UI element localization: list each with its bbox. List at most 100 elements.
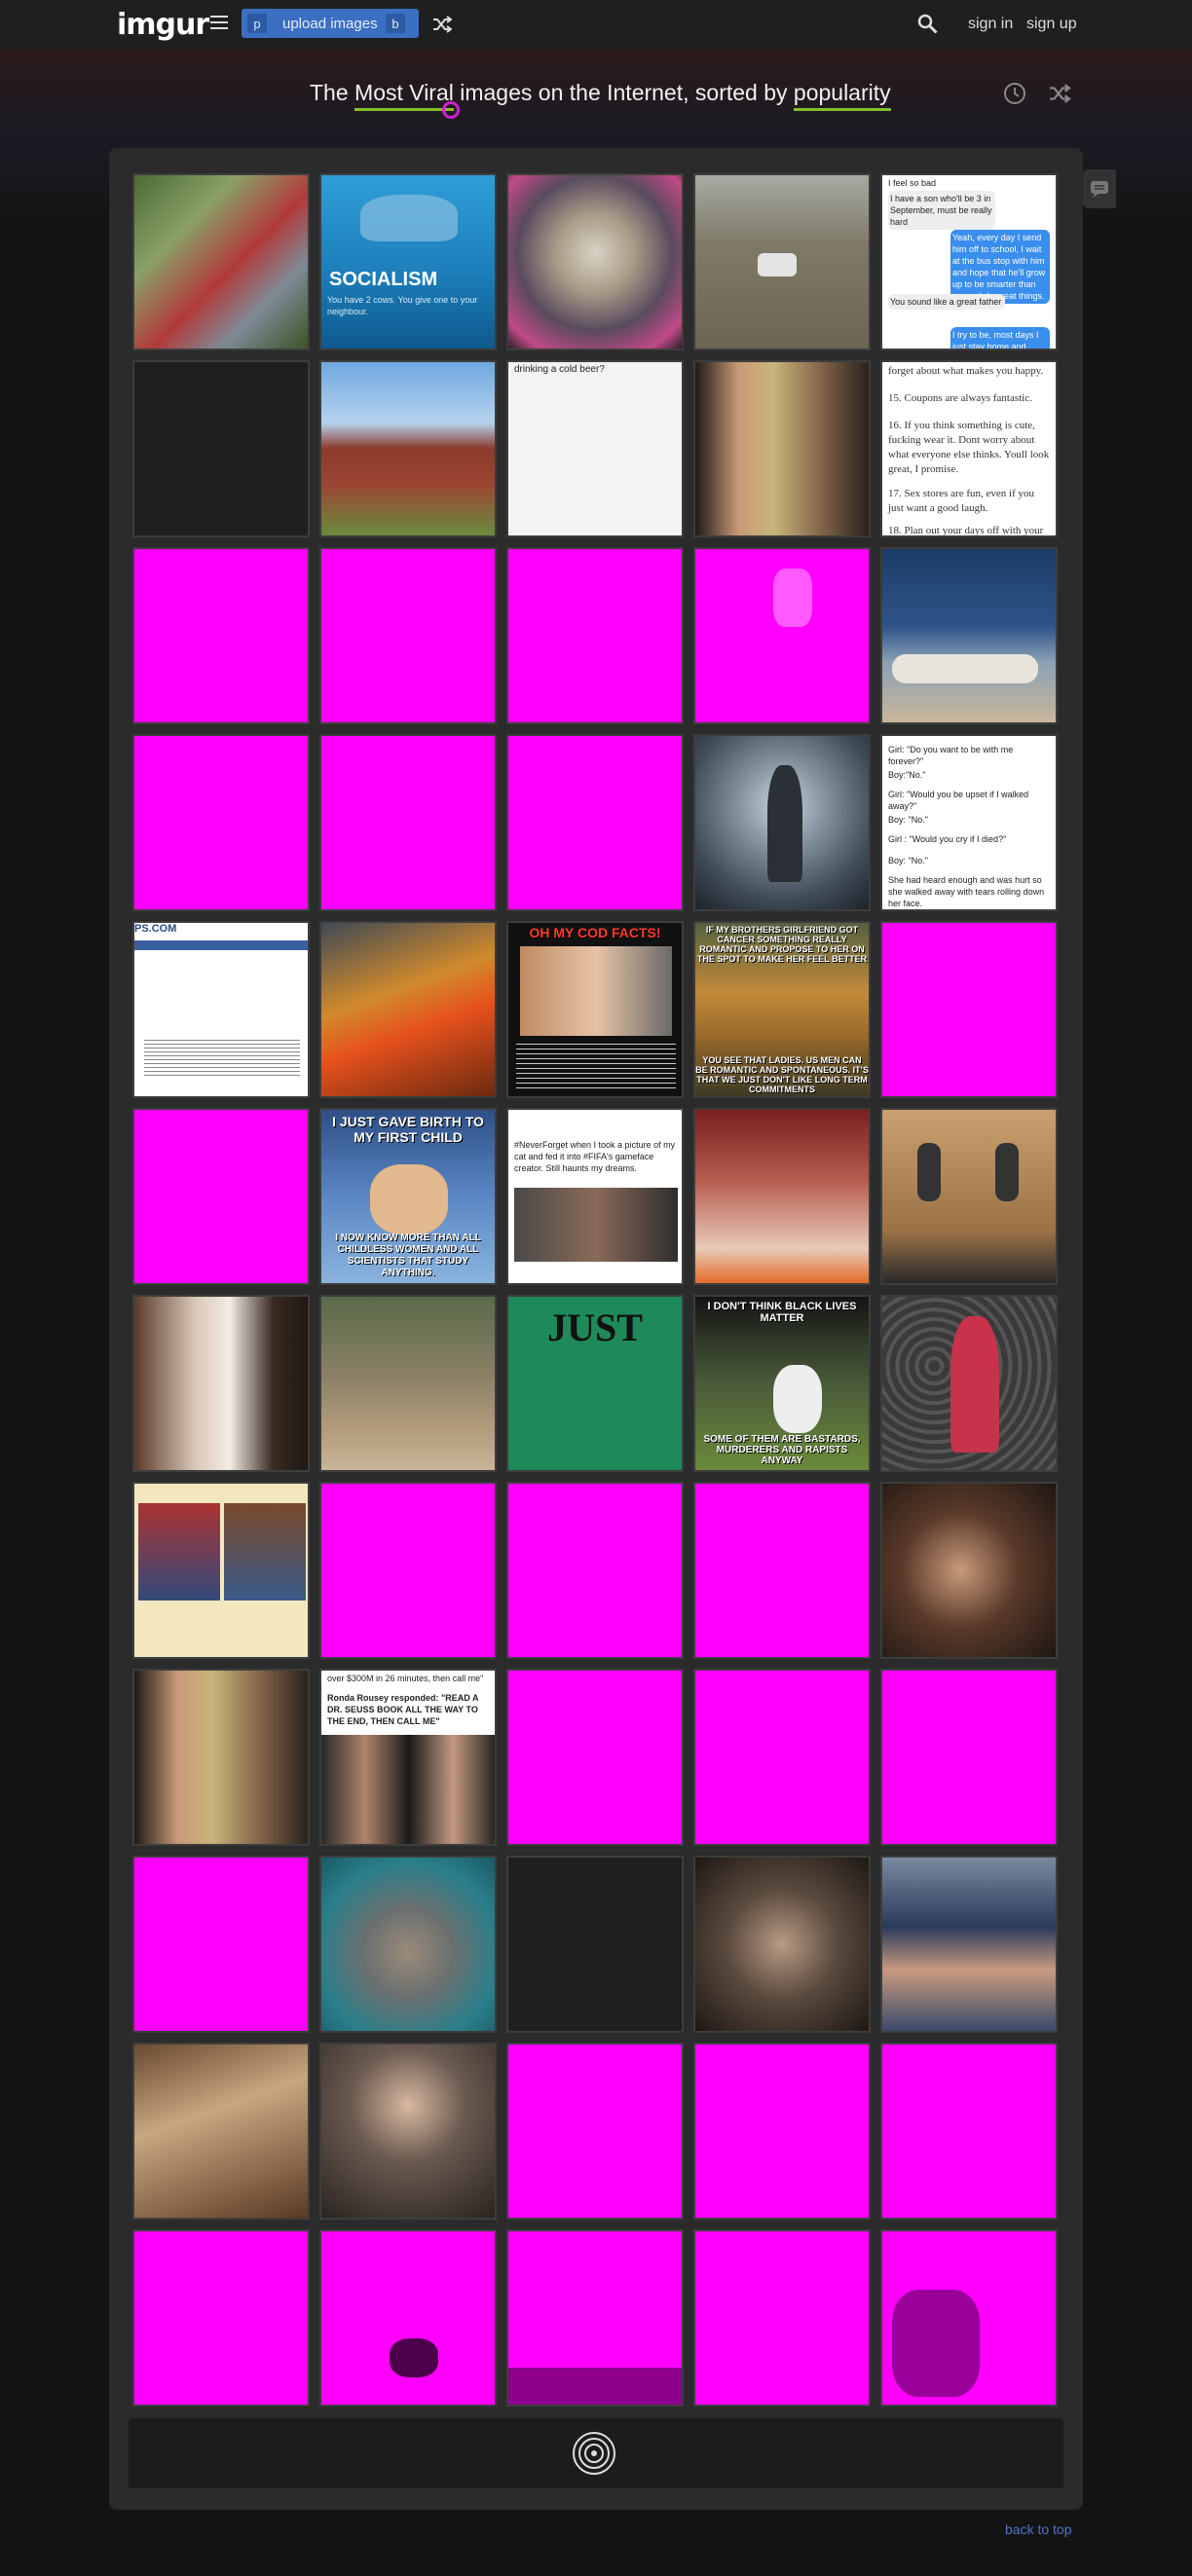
thumbnail-missing[interactable] [319, 547, 497, 724]
thumbnail-controllers[interactable] [880, 1108, 1058, 1285]
cod-facts-text-block [516, 1044, 676, 1092]
thumbnail-missing[interactable] [880, 2042, 1058, 2220]
thumbnail-laptop-room[interactable] [132, 2042, 310, 2220]
thumbnail-beer-text[interactable]: drinking a cold beer? [506, 360, 684, 537]
thumbnail-missing[interactable] [506, 2042, 684, 2220]
thumbnail-missing[interactable] [506, 1482, 684, 1659]
thumbnail-gym[interactable] [880, 547, 1058, 724]
equipment-shape [892, 654, 1038, 683]
thumbnail-missing[interactable] [319, 2229, 497, 2407]
chat-message-5: I try to be, most days I just stay home … [950, 327, 1050, 349]
tiger-top-caption: IF MY BROTHERS GIRLFRIEND GOT CANCER SOM… [696, 925, 868, 964]
shuffle-icon[interactable] [1048, 84, 1071, 108]
thumbnail-car-field[interactable] [693, 173, 871, 350]
list-line-1: forget about what makes you happy. [888, 365, 1044, 377]
thumbnail-wedding[interactable] [132, 1295, 310, 1472]
thumbnail-forest-dogs[interactable] [319, 1295, 497, 1472]
thumbnail-missing[interactable] [693, 2042, 871, 2220]
thumbnail-fifa-tweet[interactable]: #NeverForget when I took a picture of my… [506, 1108, 684, 1285]
search-icon[interactable] [917, 14, 939, 40]
thumbnail-missing[interactable] [693, 1482, 871, 1659]
upload-images-button[interactable]: p upload images b [242, 9, 419, 38]
thumbnail-baby-hippo[interactable] [319, 1856, 497, 2033]
thumbnail-chat-screenshot[interactable]: I feel so bad I have a son who'll be 3 i… [880, 173, 1058, 350]
thumbnail-woman-dog[interactable] [880, 1482, 1058, 1659]
thumbnail-couple-2[interactable] [132, 1669, 310, 1846]
thumbnail-speakers-cartoon[interactable] [880, 1295, 1058, 1472]
thumbnail-text-list[interactable]: forget about what makes you happy. 15. C… [880, 360, 1058, 537]
thumbnail-missing[interactable] [506, 2229, 684, 2407]
thumbnail-tiger-meme[interactable]: IF MY BROTHERS GIRLFRIEND GOT CANCER SOM… [693, 921, 871, 1098]
loading-spinner-icon [571, 2430, 617, 2482]
cod-facts-photo [520, 946, 672, 1036]
puffin-body [773, 1365, 822, 1433]
thumbnail-socialism[interactable]: SOCIALISM You have 2 cows. You give one … [319, 173, 497, 350]
menu-icon[interactable] [210, 16, 228, 29]
thumbnail-warrior[interactable] [693, 734, 871, 911]
imgur-logo[interactable]: imgur [117, 8, 209, 42]
image-artifact [508, 2368, 682, 2405]
puffin-top-caption: I DON'T THINK BLACK LIVES MATTER [707, 1301, 857, 1324]
thumbnail-missing[interactable] [132, 547, 310, 724]
sort-selector[interactable]: popularity [793, 80, 891, 111]
thumbnail-office-shock[interactable] [319, 2042, 497, 2220]
section-selector[interactable]: Most Viral [354, 80, 454, 111]
thumbnail-skull[interactable] [506, 173, 684, 350]
thumbnail-missing[interactable] [880, 1669, 1058, 1846]
thumbnail-couple[interactable] [693, 360, 871, 537]
thumbnail-missing[interactable] [319, 734, 497, 911]
thumbnail-missing[interactable] [693, 547, 871, 724]
thumbnail-missing[interactable] [132, 1108, 310, 1285]
thumbnail-missing[interactable] [693, 2229, 871, 2407]
ronda-photo [321, 1735, 495, 1844]
cod-facts-title: OH MY COD FACTS! [529, 925, 661, 940]
chat-message-3: Yeah, every day I send him off to school… [950, 230, 1050, 304]
headline-prefix: The [310, 80, 349, 105]
thumbnail-missing[interactable] [693, 1669, 871, 1846]
chat-message-2: I have a son who'll be 3 in September, m… [888, 191, 995, 230]
thumbnail-cod-facts[interactable]: OH MY COD FACTS! [506, 921, 684, 1098]
comment-icon[interactable] [1083, 169, 1116, 208]
thumbnail-missing[interactable] [880, 921, 1058, 1098]
clock-icon[interactable] [1003, 82, 1026, 110]
thumbnail-webpage[interactable]: PS.COM [132, 921, 310, 1098]
tweet-text: #NeverForget when I took a picture of my… [514, 1140, 676, 1173]
loading-bar [129, 2418, 1063, 2488]
thumbnail-missing[interactable] [319, 1482, 497, 1659]
thumbnail-wolf-hammock[interactable] [132, 173, 310, 350]
thumbnail-missing[interactable] [132, 734, 310, 911]
thumbnail-woman-laugh[interactable] [693, 1856, 871, 2033]
comic-panel-right [224, 1503, 306, 1601]
thumbnail-missing[interactable] [506, 547, 684, 724]
thumbnail-comic-compare[interactable] [132, 1482, 310, 1659]
cursor-indicator [442, 101, 460, 119]
thumbnail-just-do-it[interactable]: JUST [506, 1295, 684, 1472]
website-nav-bar [134, 940, 308, 950]
thumbnail-missing[interactable] [132, 1856, 310, 2033]
thumbnail-empty[interactable] [132, 360, 310, 537]
thumbnail-fire-game[interactable] [319, 921, 497, 1098]
random-shuffle-icon[interactable] [432, 16, 453, 38]
website-name: PS.COM [134, 923, 177, 935]
thumbnail-boy-girl-text[interactable]: Girl: "Do you want to be with me forever… [880, 734, 1058, 911]
sign-in-link[interactable]: sign in [968, 16, 1013, 33]
dialog-line-7: She had heard enough and was hurt so she… [888, 875, 1045, 908]
thumbnail-success-kid[interactable]: I JUST GAVE BIRTH TO MY FIRST CHILD I NO… [319, 1108, 497, 1285]
controller-right [995, 1143, 1019, 1201]
thumbnail-missing[interactable] [506, 1669, 684, 1846]
chat-message-4: You sound like a great father [888, 294, 1005, 310]
back-to-top-link[interactable]: back to top [1005, 2521, 1072, 2537]
dialog-line-5: Girl : "Would you cry if I died?" [888, 834, 1007, 844]
sign-up-link[interactable]: sign up [1026, 16, 1077, 33]
thumbnail-empty[interactable] [506, 1856, 684, 2033]
thumbnail-missing[interactable] [880, 2229, 1058, 2407]
thumbnail-hands-message[interactable] [880, 1856, 1058, 2033]
thumbnail-red-house[interactable] [319, 360, 497, 537]
thumbnail-missing[interactable] [132, 2229, 310, 2407]
thumbnail-missing[interactable] [506, 734, 684, 911]
controller-left [917, 1143, 941, 1201]
thumbnail-dancers[interactable] [693, 1108, 871, 1285]
tweet-image [514, 1188, 678, 1262]
thumbnail-puffin[interactable]: I DON'T THINK BLACK LIVES MATTER SOME OF… [693, 1295, 871, 1472]
thumbnail-ronda-tweet[interactable]: over $300M in 26 minutes, then call me" … [319, 1669, 497, 1846]
